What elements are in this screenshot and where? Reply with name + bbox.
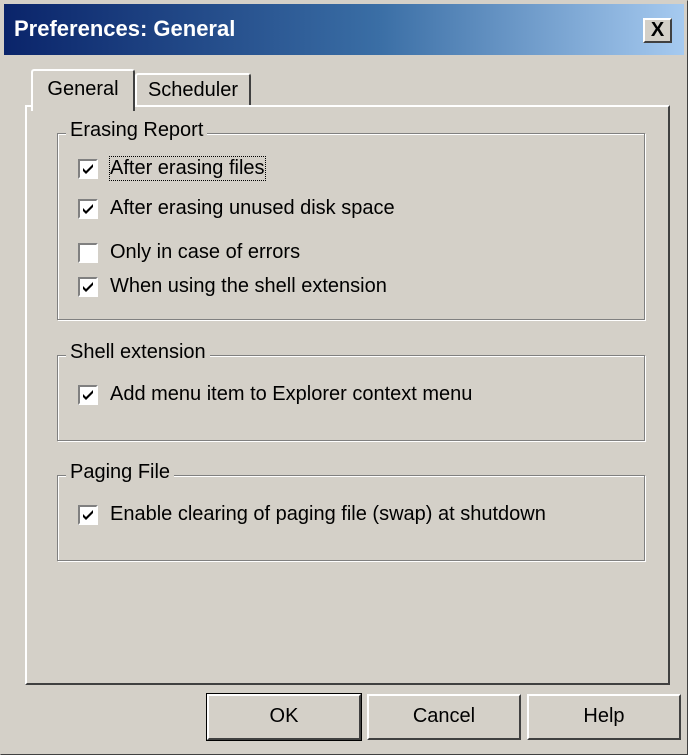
tab-scheduler[interactable]: Scheduler [135,73,251,107]
checkbox-box[interactable] [78,505,98,525]
checkbox-box[interactable] [78,277,98,297]
group-paging-file: Paging File Enable clearing of paging fi… [57,461,645,561]
group-shell-extension: Shell extension Add menu item to Explore… [57,341,645,441]
tab-general[interactable]: General [31,69,135,111]
checkbox-label: After erasing files [109,156,266,181]
close-button[interactable]: X [643,18,672,43]
checkbox-box[interactable] [78,243,98,263]
window-title: Preferences: General [14,16,236,41]
tab-scheduler-label: Scheduler [147,79,239,101]
tab-panel-general: Erasing Report After erasing files After… [25,105,670,685]
checkmark-icon [83,204,93,214]
cancel-button[interactable]: Cancel [367,694,521,740]
checkmark-icon [83,510,93,520]
ok-button[interactable]: OK [206,693,362,741]
group-erasing-report-label: Erasing Report [66,119,208,142]
group-erasing-report: Erasing Report After erasing files After… [57,119,645,320]
checkbox-box[interactable] [78,385,98,405]
checkmark-icon [83,164,93,174]
checkbox-label: Only in case of errors [110,241,301,263]
checkmark-icon [83,390,93,400]
checkbox-label: After erasing unused disk space [110,197,395,219]
checkbox-box[interactable] [78,159,98,179]
help-button[interactable]: Help [527,694,681,740]
preferences-dialog: Preferences: General X General Scheduler… [0,0,688,755]
checkbox-box[interactable] [78,199,98,219]
checkmark-icon [83,282,93,292]
checkbox-label: Enable clearing of paging file (swap) at… [110,503,546,525]
checkbox-label: Add menu item to Explorer context menu [110,383,473,405]
checkbox-label: When using the shell extension [110,275,387,297]
group-shell-extension-label: Shell extension [66,341,210,364]
title-bar[interactable]: Preferences: General X [4,4,684,55]
tab-general-label: General [47,78,119,100]
group-paging-file-label: Paging File [66,461,175,484]
